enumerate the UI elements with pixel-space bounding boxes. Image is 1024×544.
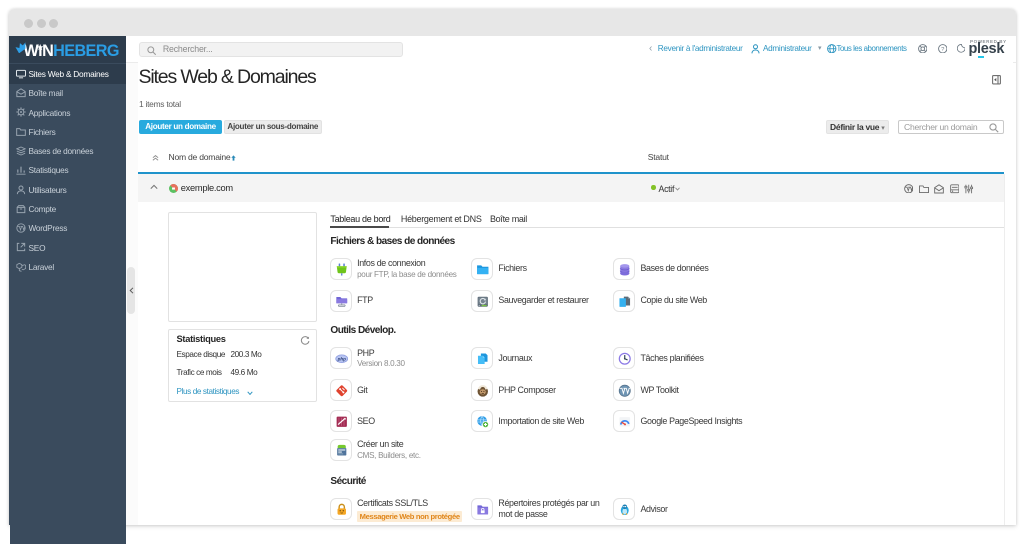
- svg-text:php: php: [336, 356, 345, 361]
- svg-text:?: ?: [941, 47, 945, 53]
